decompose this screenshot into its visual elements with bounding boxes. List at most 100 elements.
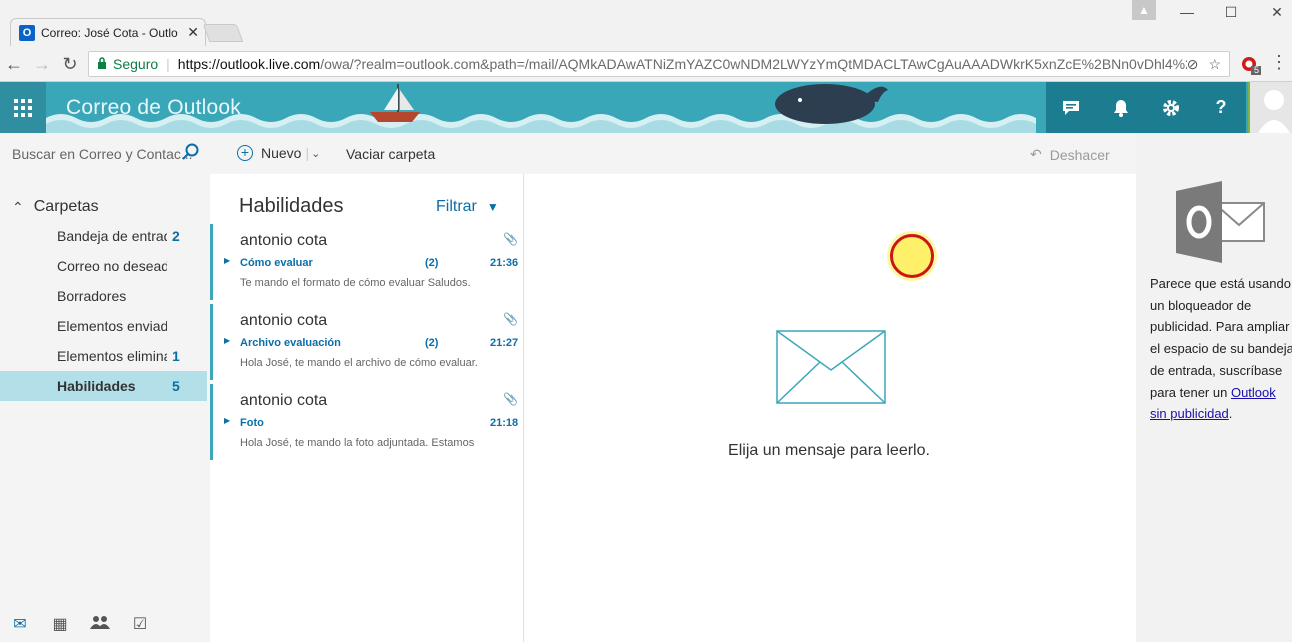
undo-icon: ↶ bbox=[1030, 146, 1042, 162]
new-tab-button[interactable] bbox=[202, 24, 244, 42]
folder-label: Habilidades bbox=[57, 378, 136, 394]
message-preview: Hola José, te mando la foto adjuntada. E… bbox=[240, 437, 475, 449]
message-row[interactable]: antonio cota 📎 ▶ Archivo evaluación (2) … bbox=[210, 304, 520, 380]
expand-conversation-icon[interactable]: ▶ bbox=[224, 416, 230, 425]
click-indicator bbox=[890, 234, 934, 278]
envelope-icon bbox=[776, 330, 886, 409]
url-host: https://outlook.live.com bbox=[177, 56, 321, 72]
message-row[interactable]: antonio cota 📎 ▶ Cómo evaluar (2) 21:36 … bbox=[210, 224, 520, 300]
message-count: (2) bbox=[425, 337, 439, 349]
folder-item-drafts[interactable]: Borradores bbox=[0, 281, 207, 311]
gear-icon[interactable] bbox=[1146, 82, 1196, 133]
tasks-icon[interactable]: ☑ bbox=[120, 614, 160, 634]
lock-icon bbox=[97, 56, 107, 72]
bookmark-star-icon[interactable]: ☆ bbox=[1208, 56, 1221, 73]
expand-conversation-icon[interactable]: ▶ bbox=[224, 336, 230, 345]
url-path: /owa/?realm=outlook.com&path=/mail/AQMkA… bbox=[320, 56, 1187, 72]
ad-text-body: Parece que está usando un bloqueador de … bbox=[1150, 276, 1292, 400]
command-bar: Buscar en Correo y Contac... + Nuevo | ⌄… bbox=[0, 133, 1292, 174]
message-count: (2) bbox=[425, 257, 439, 269]
attachment-icon: 📎 bbox=[503, 232, 518, 246]
calendar-icon[interactable]: ▦ bbox=[40, 614, 80, 634]
message-time: 21:27 bbox=[490, 337, 519, 349]
chat-icon[interactable] bbox=[1046, 82, 1096, 133]
message-sender: antonio cota bbox=[240, 312, 328, 329]
message-time: 21:36 bbox=[490, 257, 519, 269]
people-icon[interactable] bbox=[80, 615, 120, 634]
reload-icon[interactable]: ↻ bbox=[60, 54, 80, 74]
message-preview: Te mando el formato de cómo evaluar Salu… bbox=[240, 277, 471, 289]
avatar[interactable] bbox=[1244, 82, 1292, 133]
reading-pane: Elija un mensaje para leerlo. bbox=[524, 174, 1136, 642]
folder-item-sent[interactable]: Elementos enviados bbox=[0, 311, 207, 341]
chevron-down-icon: ▼ bbox=[486, 200, 499, 214]
folder-label: Elementos eliminados bbox=[57, 348, 167, 364]
window-close-icon[interactable]: ✕ bbox=[1262, 4, 1292, 21]
split-divider: | bbox=[305, 145, 310, 161]
attachment-icon: 📎 bbox=[503, 392, 518, 406]
undo-button[interactable]: ↶ Deshacer bbox=[1030, 146, 1110, 163]
ad-text-end: . bbox=[1228, 406, 1233, 422]
folder-title: Habilidades bbox=[239, 195, 344, 217]
browser-toolbar: ← → ↻ Seguro | https://outlook.live.com … bbox=[0, 46, 1292, 82]
address-separator: | bbox=[166, 56, 170, 72]
outlook-logo-icon bbox=[1176, 181, 1266, 268]
module-switcher: ✉ ▦ ☑ bbox=[0, 606, 210, 642]
ad-panel: Parece que está usando un bloqueador de … bbox=[1136, 133, 1292, 642]
plus-icon: + bbox=[237, 145, 253, 161]
message-sender: antonio cota bbox=[240, 392, 328, 409]
browser-menu-icon[interactable]: ⋮ bbox=[1270, 52, 1288, 73]
bell-icon[interactable] bbox=[1096, 82, 1146, 133]
browser-tab[interactable]: O Correo: José Cota - Outlo ✕ bbox=[10, 18, 206, 46]
message-preview: Hola José, te mando el archivo de cómo e… bbox=[240, 357, 478, 369]
extension-badge: 5 bbox=[1254, 65, 1260, 75]
tab-close-icon[interactable]: ✕ bbox=[187, 24, 199, 41]
minimize-icon[interactable]: — bbox=[1172, 4, 1202, 20]
folder-pane: ⌃ Carpetas Bandeja de entrada 2 Correo n… bbox=[0, 174, 210, 642]
folder-item-habilidades[interactable]: Habilidades 5 bbox=[0, 371, 207, 401]
folder-label: Correo no deseado bbox=[57, 258, 167, 274]
empty-reading-hint: Elija un mensaje para leerlo. bbox=[728, 442, 930, 459]
unread-count: 1 bbox=[172, 348, 180, 364]
folders-header[interactable]: ⌃ Carpetas bbox=[12, 198, 99, 216]
browser-profile-icon[interactable]: ▲ bbox=[1132, 0, 1156, 20]
message-row[interactable]: antonio cota 📎 ▶ Foto 21:18 Hola José, t… bbox=[210, 384, 520, 460]
search-input[interactable]: Buscar en Correo y Contac... bbox=[0, 133, 210, 174]
outlook-favicon-icon: O bbox=[19, 24, 35, 41]
browser-titlebar: O Correo: José Cota - Outlo ✕ ▲ — ☐ ✕ bbox=[0, 0, 1292, 46]
filter-label: Filtrar bbox=[436, 198, 477, 215]
maximize-icon[interactable]: ☐ bbox=[1216, 4, 1246, 21]
forward-icon[interactable]: → bbox=[32, 54, 52, 74]
unread-count: 2 bbox=[172, 228, 180, 244]
empty-folder-button[interactable]: Vaciar carpeta bbox=[346, 146, 435, 162]
secure-label: Seguro bbox=[113, 56, 159, 72]
search-icon[interactable] bbox=[182, 143, 200, 166]
folder-label: Borradores bbox=[57, 288, 127, 304]
outlook-header: Correo de Outlook ? bbox=[0, 82, 1292, 133]
message-sender: antonio cota bbox=[240, 232, 328, 249]
folder-item-junk[interactable]: Correo no deseado bbox=[0, 251, 207, 281]
help-icon[interactable]: ? bbox=[1196, 82, 1246, 133]
attachment-icon: 📎 bbox=[503, 312, 518, 326]
tab-title: Correo: José Cota - Outlo bbox=[41, 25, 178, 40]
unread-count: 5 bbox=[172, 378, 180, 394]
mail-icon[interactable]: ✉ bbox=[0, 614, 40, 634]
message-subject: Foto bbox=[240, 417, 264, 429]
new-message-button[interactable]: + Nuevo | ⌄ bbox=[237, 145, 320, 161]
extension-icon[interactable]: 5 bbox=[1240, 54, 1262, 76]
filter-button[interactable]: Filtrar ▼ bbox=[436, 198, 499, 216]
ad-message: Parece que está usando un bloqueador de … bbox=[1150, 273, 1292, 425]
blocked-content-icon[interactable]: ⊘ bbox=[1187, 56, 1199, 73]
expand-conversation-icon[interactable]: ▶ bbox=[224, 256, 230, 265]
back-icon[interactable]: ← bbox=[4, 54, 24, 74]
undo-label: Deshacer bbox=[1049, 146, 1110, 163]
message-list: Habilidades Filtrar ▼ antonio cota 📎 ▶ C… bbox=[210, 174, 524, 642]
chevron-down-icon[interactable]: ⌄ bbox=[311, 147, 320, 160]
folder-item-deleted[interactable]: Elementos eliminados 1 bbox=[0, 341, 207, 371]
app-launcher-icon[interactable] bbox=[0, 82, 46, 133]
folder-item-inbox[interactable]: Bandeja de entrada 2 bbox=[0, 221, 207, 251]
message-subject: Cómo evaluar bbox=[240, 257, 313, 269]
new-label: Nuevo bbox=[261, 145, 302, 161]
message-time: 21:18 bbox=[490, 417, 519, 429]
address-bar[interactable]: Seguro | https://outlook.live.com /owa/?… bbox=[88, 51, 1230, 77]
